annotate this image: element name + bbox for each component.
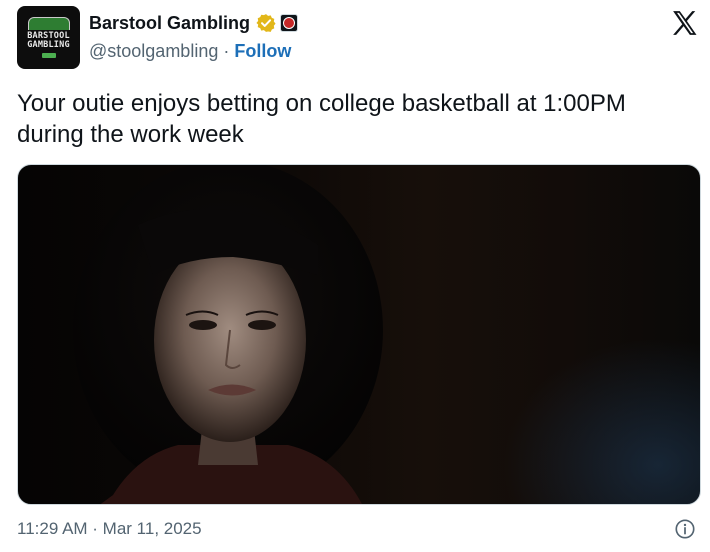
tweet-timestamp[interactable]: 11:29 AM · Mar 11, 2025: [17, 519, 202, 539]
avatar[interactable]: BARSTOOL GAMBLING: [17, 6, 80, 69]
avatar-logo-line2: GAMBLING: [27, 40, 70, 50]
handle-separator: ·: [223, 41, 230, 61]
tweet-text: Your outie enjoys betting on college bas…: [17, 90, 626, 148]
display-name[interactable]: Barstool Gambling: [89, 13, 250, 34]
handle[interactable]: @stoolgambling: [89, 41, 218, 62]
affiliate-badge-icon[interactable]: [280, 14, 299, 32]
tweet-card: BARSTOOL GAMBLING Barstool Gambling @sto…: [0, 0, 710, 552]
tweet-media-photo[interactable]: [17, 164, 701, 505]
author-name-row: Barstool Gambling: [89, 10, 299, 36]
x-logo-icon[interactable]: [670, 8, 700, 38]
follow-link[interactable]: Follow: [234, 41, 291, 62]
logo-crest: [27, 17, 70, 30]
woman-portrait-image: [73, 165, 383, 504]
verified-badge-icon[interactable]: [256, 13, 276, 33]
avatar-logo-text: BARSTOOL GAMBLING: [27, 32, 70, 50]
info-icon[interactable]: [674, 518, 696, 540]
logo-chip: [41, 53, 56, 58]
handle-row: @stoolgambling · Follow: [89, 41, 291, 62]
affiliate-badge-dot: [283, 17, 296, 29]
